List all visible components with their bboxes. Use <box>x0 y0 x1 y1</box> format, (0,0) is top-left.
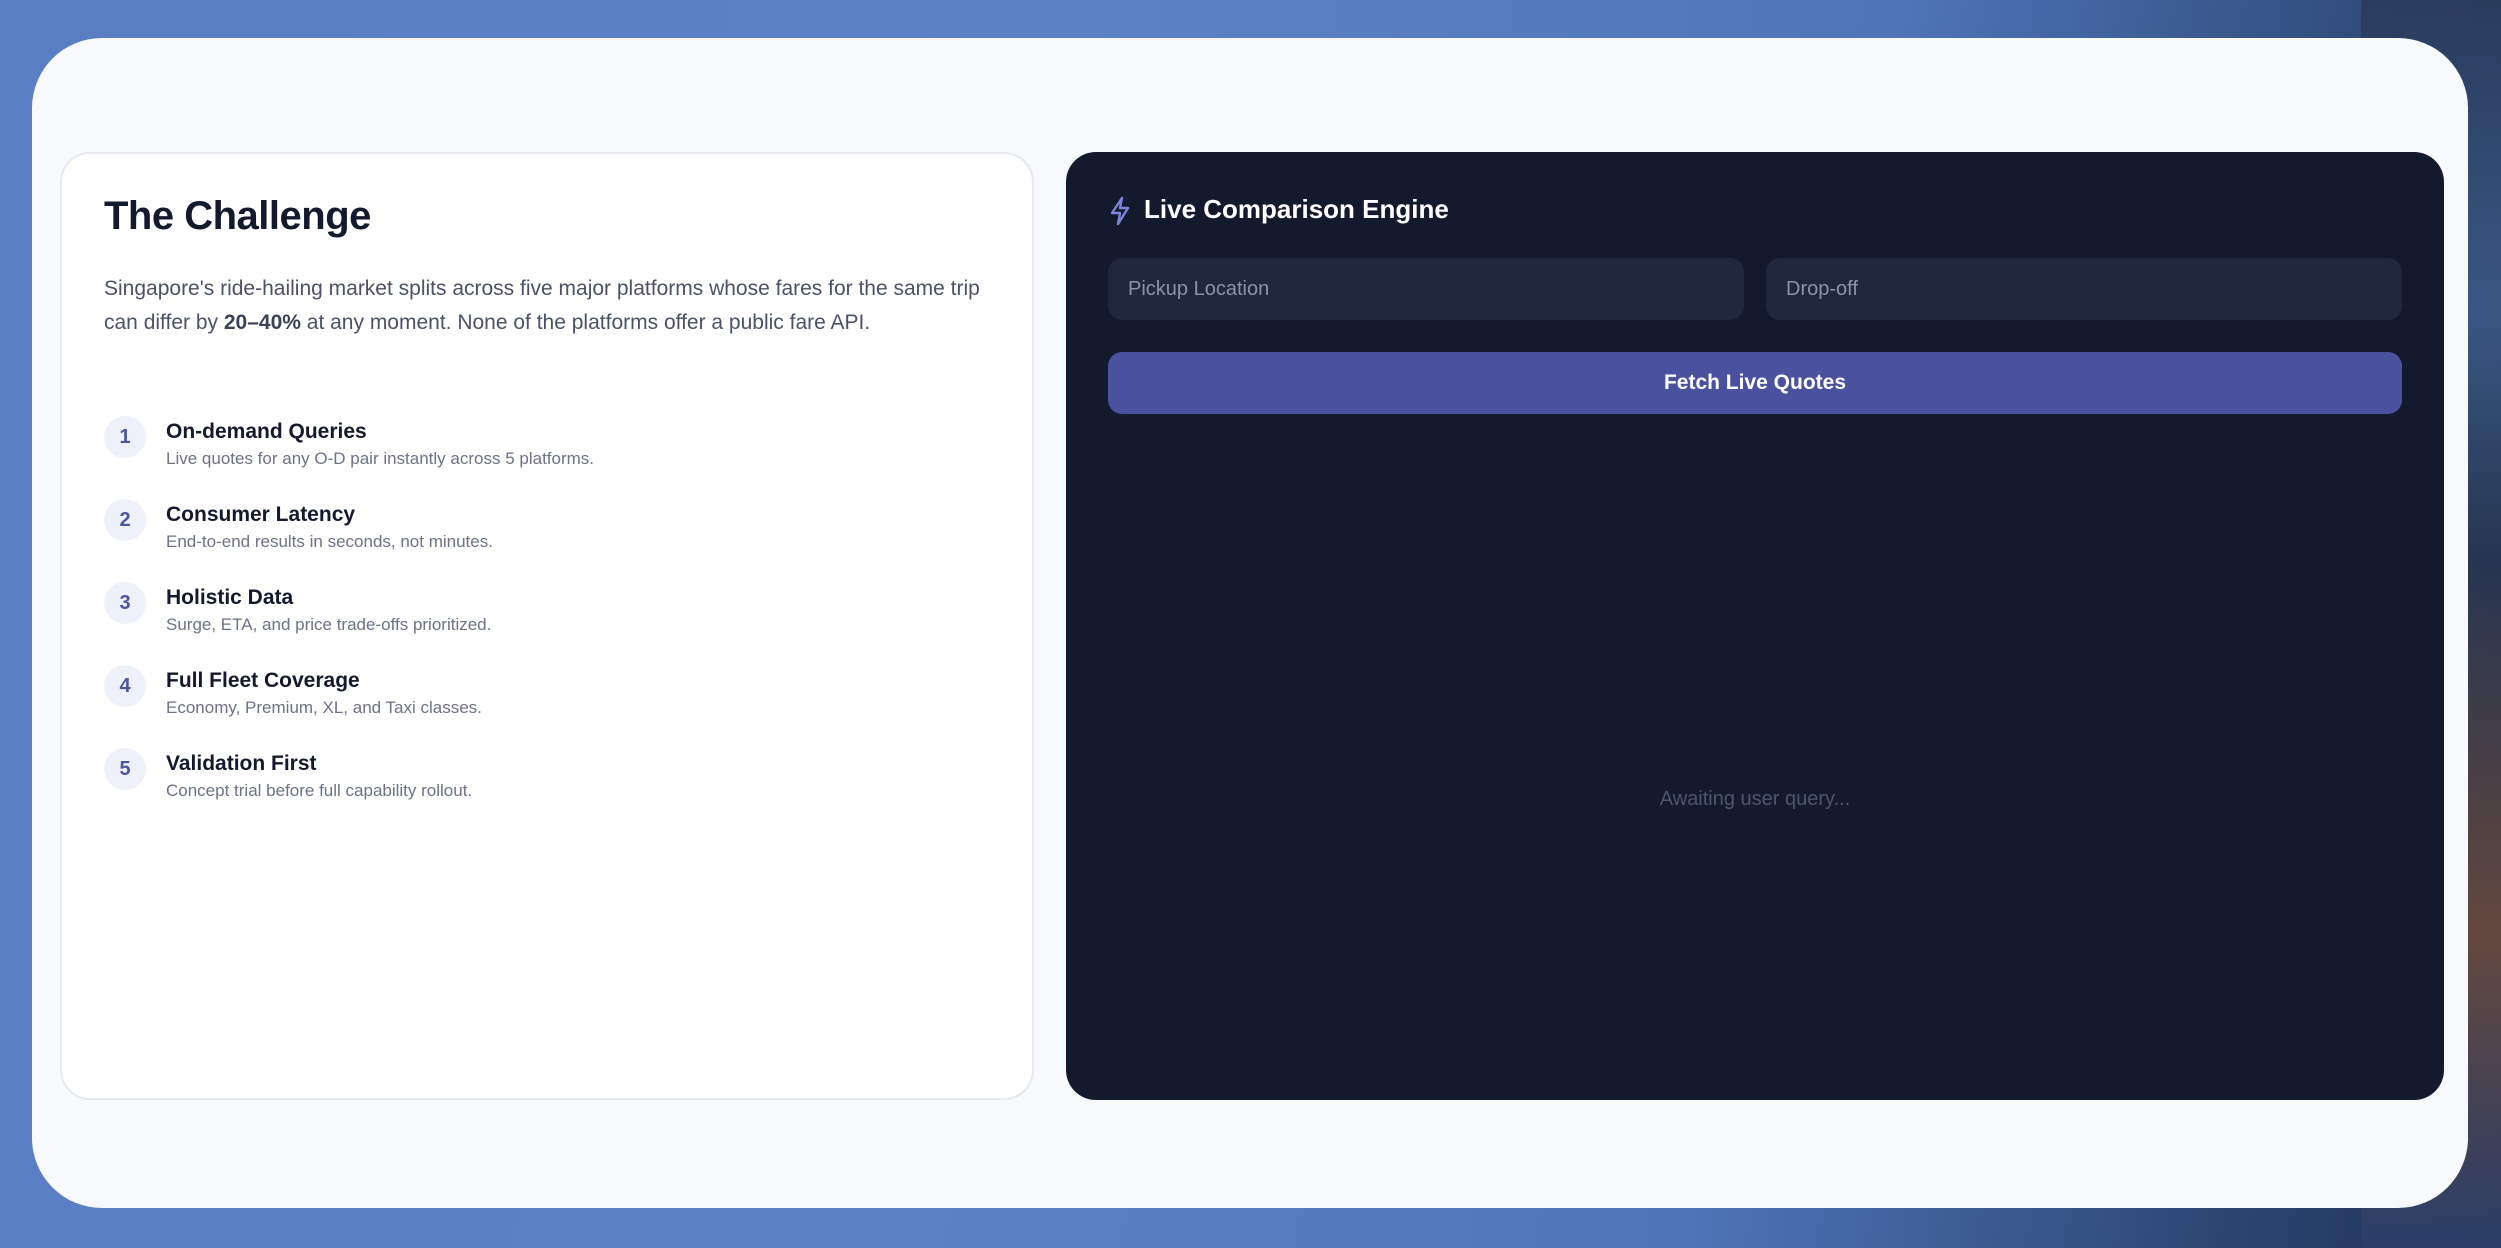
lightning-icon <box>1110 196 1130 226</box>
requirement-number: 1 <box>104 416 146 458</box>
requirement-number: 5 <box>104 748 146 790</box>
dropoff-input[interactable] <box>1766 258 2402 320</box>
requirement-item: 5 Validation First Concept trial before … <box>104 748 1004 831</box>
requirement-title: Holistic Data <box>166 586 294 609</box>
requirement-number: 4 <box>104 665 146 707</box>
requirement-item: 1 On-demand Queries Live quotes for any … <box>104 416 1004 499</box>
challenge-card: The Challenge Singapore's ride-hailing m… <box>60 152 1034 1100</box>
requirement-title: Validation First <box>166 752 317 775</box>
requirement-title: On-demand Queries <box>166 420 367 443</box>
requirement-number: 3 <box>104 582 146 624</box>
requirement-description: Concept trial before full capability rol… <box>166 781 473 800</box>
engine-title: Live Comparison Engine <box>1144 194 1449 224</box>
requirement-title: Full Fleet Coverage <box>166 669 360 692</box>
intro-text-after: at any moment. None of the platforms off… <box>300 311 871 334</box>
requirement-item: 4 Full Fleet Coverage Economy, Premium, … <box>104 665 1004 748</box>
requirement-title: Consumer Latency <box>166 503 356 526</box>
challenge-intro: Singapore's ride-hailing market splits a… <box>104 272 1004 340</box>
app-frame: The Challenge Singapore's ride-hailing m… <box>32 38 2468 1208</box>
requirement-description: Economy, Premium, XL, and Taxi classes. <box>166 698 482 717</box>
fetch-live-quotes-button[interactable]: Fetch Live Quotes <box>1108 352 2402 414</box>
challenge-title: The Challenge <box>104 194 371 238</box>
requirement-number: 2 <box>104 499 146 541</box>
requirement-item: 2 Consumer Latency End-to-end results in… <box>104 499 1004 582</box>
requirements-list: 1 On-demand Queries Live quotes for any … <box>104 416 1004 831</box>
requirement-item: 3 Holistic Data Surge, ETA, and price tr… <box>104 582 1004 665</box>
requirement-description: Live quotes for any O-D pair instantly a… <box>166 449 595 468</box>
intro-highlight: 20–40% <box>223 311 301 334</box>
comparison-engine-panel: Live Comparison Engine Fetch Live Quotes… <box>1066 152 2444 1100</box>
results-status: Awaiting user query... <box>1659 788 1851 810</box>
pickup-location-input[interactable] <box>1108 258 1744 320</box>
requirement-description: End-to-end results in seconds, not minut… <box>166 532 493 551</box>
requirement-description: Surge, ETA, and price trade-offs priorit… <box>166 615 492 634</box>
